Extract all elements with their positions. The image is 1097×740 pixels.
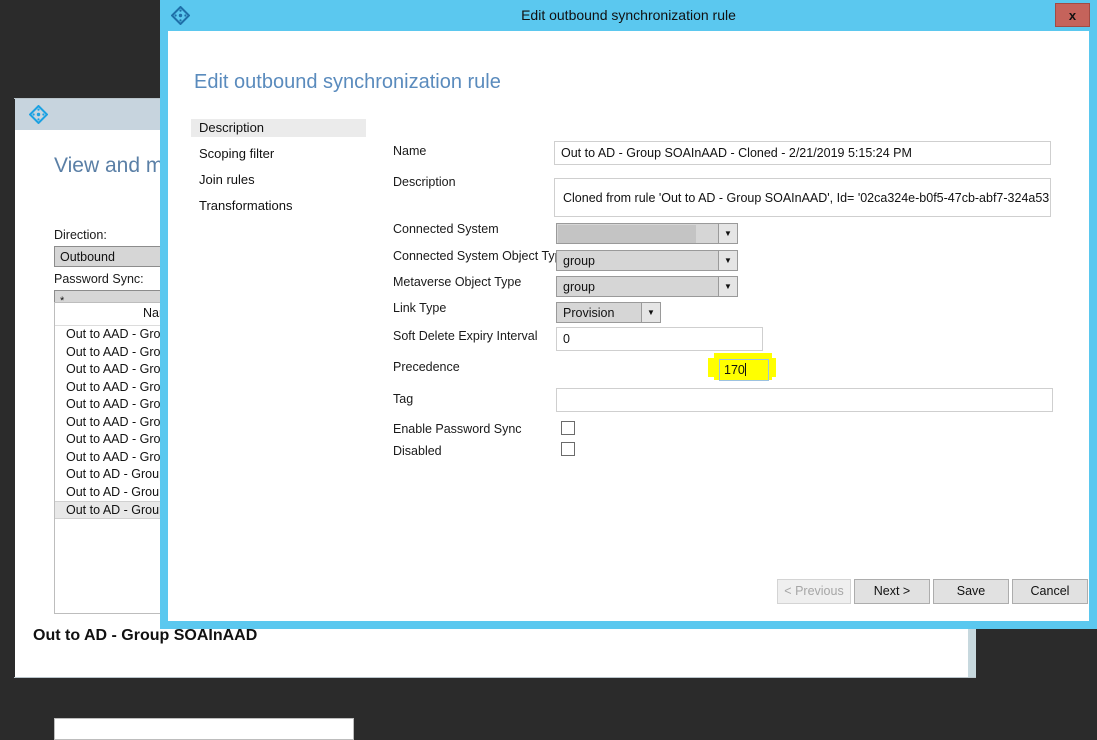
link-type-label: Link Type [393,301,447,315]
text-caret [744,363,746,376]
soft-delete-expiry-input[interactable]: 0 [556,327,763,351]
name-input[interactable]: Out to AD - Group SOAInAAD - Cloned - 2/… [554,141,1051,165]
link-type-combobox[interactable]: Provision ▼ [556,302,661,323]
tag-label: Tag [393,392,414,406]
enable-password-sync-label: Enable Password Sync [393,422,522,436]
chevron-down-icon[interactable]: ▼ [718,224,737,243]
tag-input[interactable] [556,388,1053,412]
nav-item-description[interactable]: Description [191,119,366,137]
nav-item-label: Description [199,120,265,135]
disabled-checkbox[interactable] [561,442,575,456]
dialog-nav-list[interactable]: Description Scoping filter Join rules Trans… [191,119,366,223]
metaverse-object-type-value: group [563,280,595,294]
connected-system-object-type-value: group [563,254,595,268]
nav-item-label: Join rules [199,172,255,187]
dialog-client-area: Edit outbound synchronization rule Descr… [168,31,1089,621]
description-input[interactable]: Cloned from rule 'Out to AD - Group SOAI… [554,178,1051,217]
edit-outbound-sync-rule-dialog[interactable]: Edit outbound synchronization rule x Edi… [160,0,1097,629]
desktop-left-edge [0,99,15,677]
chevron-down-icon[interactable]: ▼ [718,251,737,270]
precedence-label: Precedence [393,360,460,374]
connected-system-selection-block [558,225,696,243]
chevron-down-icon[interactable]: ▼ [718,277,737,296]
nav-item-scoping-filter[interactable]: Scoping filter [191,145,366,163]
connected-system-combobox[interactable]: : ▼ [556,223,738,244]
background-bottom-box [54,718,354,740]
save-button[interactable]: Save [933,579,1009,604]
chevron-down-icon[interactable]: ▼ [641,303,660,322]
enable-password-sync-checkbox[interactable] [561,421,575,435]
metaverse-object-type-label: Metaverse Object Type [393,275,522,289]
cancel-button[interactable]: Cancel [1012,579,1088,604]
nav-item-transformations[interactable]: Transformations [191,197,366,215]
next-button[interactable]: Next > [854,579,930,604]
direction-label: Direction: [54,228,107,242]
soft-delete-expiry-label: Soft Delete Expiry Interval [393,329,538,343]
metaverse-object-type-combobox[interactable]: group ▼ [556,276,738,297]
selected-rule-title: Out to AD - Group SOAInAAD [33,627,258,644]
precedence-value: 170 [724,363,745,377]
nav-item-label: Scoping filter [199,146,275,161]
disabled-label: Disabled [393,444,442,458]
connected-system-object-type-label: Connected System Object Type [393,249,569,263]
connected-system-object-type-combobox[interactable]: group ▼ [556,250,738,271]
nav-item-join-rules[interactable]: Join rules [191,171,366,189]
password-sync-label: Password Sync: [54,272,144,286]
name-label: Name [393,144,427,158]
dialog-titlebar[interactable]: Edit outbound synchronization rule x [160,0,1097,31]
description-label: Description [393,175,456,189]
connected-system-label: Connected System [393,222,499,236]
close-icon[interactable]: x [1055,3,1090,27]
dialog-page-title: Edit outbound synchronization rule [194,71,501,93]
link-type-value: Provision [563,306,615,320]
azure-diamond-icon [28,104,49,125]
nav-item-label: Transformations [199,198,293,213]
dialog-title: Edit outbound synchronization rule [521,7,736,23]
precedence-input[interactable]: 170 [719,359,769,381]
previous-button[interactable]: < Previous [777,579,851,604]
